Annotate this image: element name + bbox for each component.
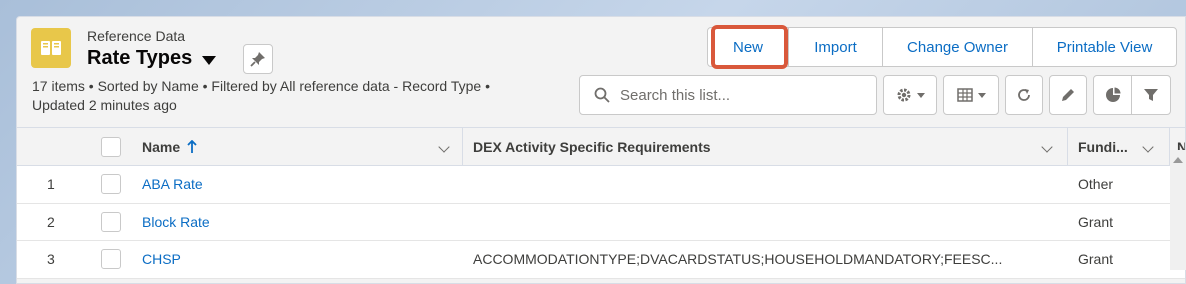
printable-view-button[interactable]: Printable View [1033,28,1176,66]
chart-button[interactable] [1094,76,1132,114]
new-button[interactable]: New [708,28,789,66]
row-number: 2 [47,213,55,230]
funding-cell: Grant [1078,251,1114,268]
row-checkbox-cell [101,241,121,278]
column-header-dex[interactable]: DEX Activity Specific Requirements [473,128,711,165]
table-view-icon [956,88,973,102]
pin-icon [250,52,265,67]
refresh-button[interactable] [1005,75,1043,115]
object-label: Reference Data [87,28,186,44]
edit-list-button[interactable] [1049,75,1087,115]
column-label-name: Name [142,138,181,155]
chevron-down-icon [438,140,450,153]
funding-cell: Other [1078,176,1114,193]
name-column-menu[interactable] [438,128,450,165]
search-icon [594,87,610,103]
select-all-checkbox[interactable] [101,136,121,157]
record-name-link[interactable]: Block Rate [142,204,210,241]
record-name-link[interactable]: ABA Rate [142,166,203,203]
column-header-name[interactable]: Name [142,128,198,165]
column-divider[interactable] [462,128,463,165]
vertical-scrollbar[interactable] [1170,150,1186,270]
display-as-button[interactable] [943,75,999,115]
chart-filter-group [1093,75,1171,115]
book-icon [31,28,71,68]
row-checkbox-cell [101,166,121,203]
row-checkbox[interactable] [101,174,121,195]
row-number: 1 [47,176,55,193]
funding-column-menu[interactable] [1142,128,1154,165]
row-checkbox[interactable] [101,249,121,270]
list-view-selector[interactable]: Rate Types [87,47,217,70]
select-all-checkbox-cell [101,128,121,165]
change-owner-button[interactable]: Change Owner [883,28,1033,66]
column-divider[interactable] [1067,128,1068,165]
dex-column-menu[interactable] [1041,128,1053,165]
table-row: 2 Block Rate Grant [17,203,1185,241]
list-updated-line: Updated 2 minutes ago [32,97,177,113]
row-number: 3 [47,251,55,268]
page-title: Rate Types [87,47,193,69]
column-label-dex: DEX Activity Specific Requirements [473,138,711,155]
filter-icon [1144,89,1158,101]
record-name-link[interactable]: CHSP [142,241,181,278]
refresh-icon [1018,89,1030,101]
pin-list-button[interactable] [243,44,273,74]
list-view-card: Reference Data Rate Types 17 items • Sor… [16,16,1186,284]
dex-requirements-cell: ACCOMMODATIONTYPE;DVACARDSTATUS;HOUSEHOL… [473,251,1003,268]
column-label-funding: Fundi... [1078,138,1128,155]
caret-down-icon[interactable] [202,55,217,65]
scroll-up-arrow-icon[interactable] [1173,157,1183,163]
pie-chart-icon [1105,87,1120,102]
filter-button[interactable] [1132,76,1170,114]
pencil-icon [1062,89,1074,101]
import-button[interactable]: Import [789,28,883,66]
column-header-funding[interactable]: Fundi... [1078,128,1128,165]
search-input[interactable] [620,86,860,104]
row-checkbox[interactable] [101,211,121,232]
table-row: 1 ABA Rate Other [17,166,1185,204]
list-view-info: 17 items • Sorted by Name • Filtered by … [32,77,532,115]
sort-arrow-up-icon [187,139,197,153]
chevron-down-icon [1041,140,1053,153]
funding-cell: Grant [1078,213,1114,230]
list-meta-line: 17 items • Sorted by Name • Filtered by … [32,78,490,94]
list-settings-button[interactable] [883,75,937,115]
caret-down-icon [916,92,925,98]
search-box[interactable] [579,75,877,115]
list-view-header: Reference Data Rate Types 17 items • Sor… [17,17,1185,127]
row-checkbox-cell [101,204,121,241]
header-actions: New Import Change Owner Printable View [707,27,1177,67]
chevron-down-icon [1142,140,1154,153]
gear-icon [897,88,910,102]
table-header: Name DEX Activity Specific Requirements … [17,127,1185,166]
caret-down-icon [977,92,986,98]
table-row: 3 CHSP ACCOMMODATIONTYPE;DVACARDSTATUS;H… [17,241,1185,279]
records-table: Name DEX Activity Specific Requirements … [17,127,1185,279]
